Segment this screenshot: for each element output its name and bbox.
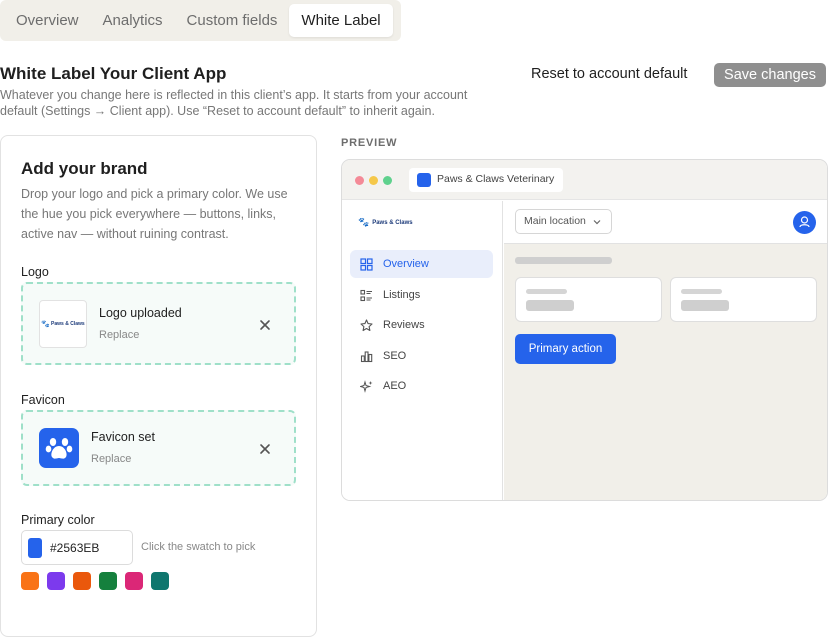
skeleton-value [681,300,729,311]
paw-icon: 🐾 [358,217,370,227]
preview-topbar: Main location [504,201,827,244]
app-preview: Paws & Claws Veterinary 🐾 Paws & Claws O… [341,159,828,501]
logo-status: Logo uploaded [99,306,182,320]
nav-label: Overview [383,258,429,270]
logo-thumb-text: Paws & Claws [51,321,85,327]
list-icon [360,289,372,301]
primary-color-value[interactable]: #2563EB [50,541,99,555]
preview-brand: 🐾 Paws & Claws [358,217,413,228]
paw-icon: 🐾 [41,321,51,328]
preview-label: PREVIEW [341,137,398,149]
preset-swatch-green[interactable] [99,572,117,590]
logo-thumbnail: 🐾 Paws & Claws [39,300,87,348]
brand-card-description: Drop your logo and pick a primary color.… [21,187,288,241]
preset-swatch-orange[interactable] [21,572,39,590]
nav-label: Listings [383,289,421,301]
tab-bar: Overview Analytics Custom fields White L… [0,0,401,41]
save-changes-button[interactable]: Save changes [714,63,826,87]
preview-primary-action-button[interactable]: Primary action [515,334,616,364]
nav-label: SEO [383,350,407,362]
window-minimize-dot [369,176,378,185]
favicon-icon [417,173,431,187]
page-title: White Label Your Client App [0,64,227,83]
location-select-value: Main location [524,215,586,227]
bar-chart-icon [360,350,373,362]
preview-brand-name: Paws & Claws [372,219,413,226]
skeleton-heading [515,257,612,264]
window-maximize-dot [383,176,392,185]
paw-icon [45,438,73,459]
tab-white-label[interactable]: White Label [289,4,393,37]
nav-label: Reviews [383,319,425,331]
star-icon [360,318,373,331]
preview-sidebar: 🐾 Paws & Claws Overview Listings Reviews… [342,201,503,500]
sparkle-icon [360,379,373,393]
preview-nav-overview[interactable]: Overview [350,250,493,278]
remove-favicon-icon[interactable] [258,442,272,456]
skeleton-line [526,289,567,294]
preview-titlebar: Paws & Claws Veterinary [342,160,827,200]
primary-color-swatch[interactable] [28,538,42,558]
brand-card-title: Add your brand [21,159,148,178]
skeleton-card [515,277,662,322]
grid-icon [360,257,373,271]
preview-nav-seo[interactable]: SEO [350,342,493,370]
logo-dropzone[interactable]: 🐾 Paws & Claws Logo uploaded Replace [21,282,296,365]
tab-custom-fields[interactable]: Custom fields [175,4,290,37]
favicon-label: Favicon [21,393,65,407]
favicon-thumbnail [39,428,79,468]
user-icon [799,216,810,228]
favicon-dropzone[interactable]: Favicon set Replace [21,410,296,486]
logo-label: Logo [21,265,49,279]
favicon-status: Favicon set [91,430,155,444]
location-select[interactable]: Main location [515,209,612,234]
preview-tab-title: Paws & Claws Veterinary [437,173,555,185]
favicon-replace-link[interactable]: Replace [91,453,131,465]
nav-label: AEO [383,380,407,392]
skeleton-line [681,289,722,294]
preset-swatch-dark-orange[interactable] [73,572,91,590]
preview-browser-tab: Paws & Claws Veterinary [409,168,563,192]
window-close-dot [355,176,364,185]
color-presets [21,572,169,590]
tab-analytics[interactable]: Analytics [91,4,175,37]
primary-color-hint: Click the swatch to pick [141,541,256,553]
primary-color-field[interactable]: #2563EB [21,530,133,565]
preview-nav-aeo[interactable]: AEO [350,372,493,400]
chevron-down-icon [593,220,601,225]
remove-logo-icon[interactable] [258,318,272,332]
preview-nav-listings[interactable]: Listings [350,281,493,309]
preview-main: Main location Primary action [504,201,827,500]
preview-nav-reviews[interactable]: Reviews [350,311,493,339]
preset-swatch-purple[interactable] [47,572,65,590]
tab-overview[interactable]: Overview [4,4,91,37]
skeleton-value [526,300,574,311]
preset-swatch-teal[interactable] [151,572,169,590]
skeleton-card [670,277,817,322]
reset-to-default-button[interactable]: Reset to account default [531,66,687,82]
preset-swatch-pink[interactable] [125,572,143,590]
logo-replace-link[interactable]: Replace [99,329,139,341]
primary-color-label: Primary color [21,513,95,527]
page-description: Whatever you change here is reflected in… [0,88,468,118]
avatar[interactable] [793,211,816,234]
